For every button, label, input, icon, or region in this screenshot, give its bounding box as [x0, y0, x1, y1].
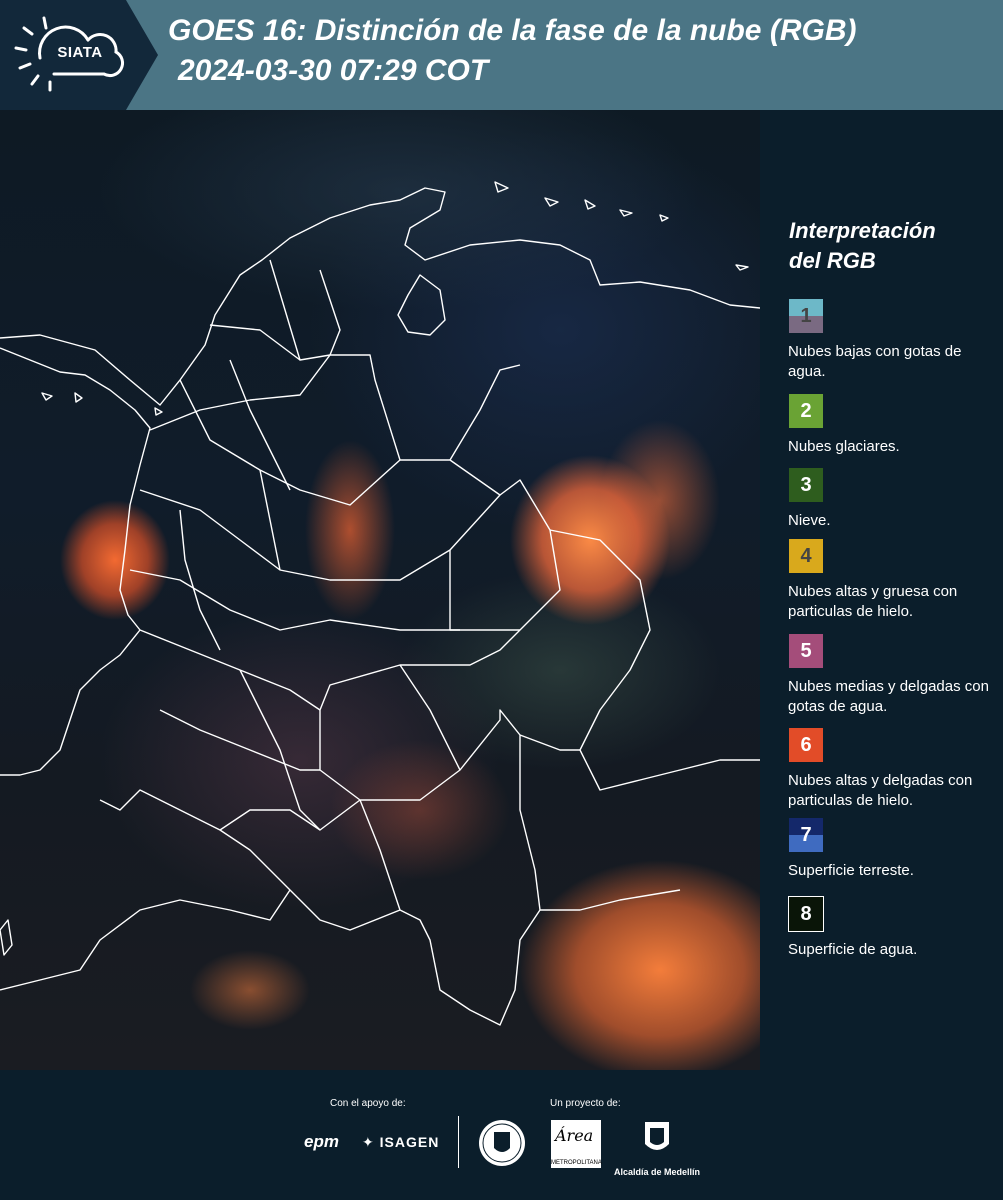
isagen-label: ISAGEN — [379, 1134, 440, 1150]
legend-swatch-number: 8 — [800, 902, 812, 925]
country-borders — [0, 181, 760, 1026]
siata-logo-text: SIATA — [57, 44, 103, 61]
footer-divider — [458, 1116, 459, 1168]
support-label: Con el apoyo de: — [330, 1098, 406, 1109]
footer: Con el apoyo de: Un proyecto de: epm ✦ I… — [0, 1070, 1003, 1200]
area-metropolitana-logo: Área METROPOLITANA — [551, 1120, 602, 1168]
legend-label: Nubes bajas con gotas de agua. — [788, 343, 962, 380]
legend-swatch-number: 6 — [800, 733, 812, 756]
legend-swatch-number: 4 — [800, 544, 812, 567]
legend-swatch-7: 7 — [788, 817, 824, 853]
legend-item-5: 5 Nubes medias y delgadas con gotas de ag… — [788, 633, 998, 717]
legend-item-1: 1 Nubes bajas con gotas de agua. — [788, 298, 998, 382]
legend-swatch-6: 6 — [788, 727, 824, 763]
legend-label: Nubes altas y delgadas con particulas de… — [788, 772, 973, 809]
legend-swatch-8: 8 — [788, 896, 824, 932]
legend-item-6: 6 Nubes altas y delgadas con particulas d… — [788, 727, 998, 811]
legend-item-7: 7 Superficie terreste. — [788, 817, 998, 881]
area-logo-sub: METROPOLITANA — [551, 1160, 602, 1166]
legend-swatch-3: 3 — [788, 467, 824, 503]
legend-swatch-4: 4 — [788, 538, 824, 574]
legend-swatch-2: 2 — [788, 393, 824, 429]
page-subtitle-datetime: 2024-03-30 07:29 COT — [178, 54, 489, 87]
legend-title-line2: del RGB — [789, 248, 876, 273]
isagen-icon: ✦ — [362, 1134, 380, 1150]
medellin-seal-logo — [477, 1118, 527, 1173]
epm-logo: epm — [304, 1132, 339, 1151]
legend-swatch-number: 5 — [800, 639, 812, 662]
legend-swatch-number: 1 — [800, 304, 812, 327]
header: SIATA GOES 16: Distinción de la fase de … — [0, 0, 1003, 110]
project-label: Un proyecto de: — [550, 1098, 621, 1109]
legend-label: Nubes glaciares. — [788, 438, 900, 455]
alcaldia-logo: Alcaldía de Medellín — [612, 1120, 702, 1177]
page-title: GOES 16: Distinción de la fase de la nub… — [168, 14, 857, 47]
legend-title-line1: Interpretación — [789, 218, 936, 243]
legend-label: Nieve. — [788, 512, 831, 529]
legend-item-3: 3 Nieve. — [788, 467, 998, 531]
alcaldia-label: Alcaldía de Medellín — [613, 1167, 701, 1177]
legend-label: Nubes altas y gruesa con particulas de h… — [788, 583, 958, 620]
legend-label: Nubes medias y delgadas con gotas de agu… — [788, 678, 989, 715]
legend-title: Interpretación del RGB — [789, 216, 989, 276]
area-logo-name: Área — [555, 1126, 594, 1145]
legend-swatch-number: 7 — [800, 823, 812, 846]
legend-swatch-number: 2 — [800, 399, 812, 422]
legend-swatch-1: 1 — [788, 298, 824, 334]
legend-swatch-number: 3 — [800, 473, 812, 496]
legend-item-2: 2 Nubes glaciares. — [788, 393, 998, 457]
satellite-map — [0, 110, 760, 1070]
legend-swatch-5: 5 — [788, 633, 824, 669]
isagen-logo: ✦ ISAGEN — [362, 1134, 439, 1151]
legend-label: Superficie de agua. — [788, 941, 918, 958]
siata-logo: SIATA — [0, 0, 158, 110]
alcaldia-shield-icon — [645, 1122, 669, 1150]
legend-label: Superficie terreste. — [788, 862, 914, 879]
legend-item-4: 4 Nubes altas y gruesa con particulas de … — [788, 538, 998, 622]
legend-item-8: 8 Superficie de agua. — [788, 896, 998, 960]
